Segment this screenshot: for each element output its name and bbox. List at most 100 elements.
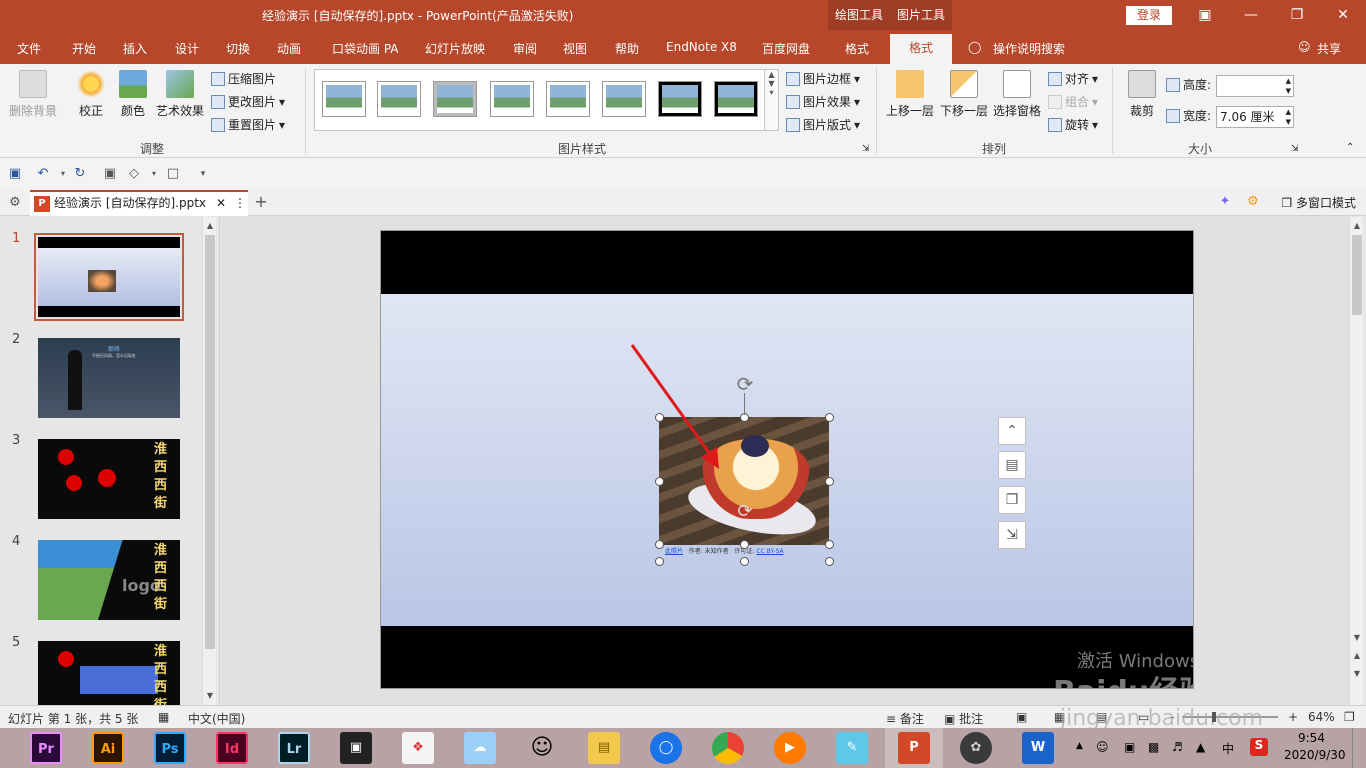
tab-review[interactable]: 审阅	[513, 40, 537, 57]
minimize-icon[interactable]: —	[1228, 0, 1274, 30]
tab-transitions[interactable]: 切换	[226, 40, 250, 57]
editor-scrollbar[interactable]: ▲ ▼ ▲ ▼	[1349, 217, 1363, 705]
thumbnail-scrollbar[interactable]: ▲ ▼	[202, 217, 216, 705]
cloud-app-icon[interactable]: ☁	[464, 732, 496, 764]
tab-slideshow[interactable]: 幻灯片放映	[425, 40, 485, 57]
caption-photo-link[interactable]: 此照片	[665, 548, 683, 555]
multi-window-mode-button[interactable]: ❐ 多窗口模式	[1281, 194, 1356, 211]
undo-icon[interactable]: ↶	[36, 167, 50, 181]
illustrator-app[interactable]: Ai	[92, 732, 124, 764]
tab-file[interactable]: 文件	[17, 40, 41, 57]
group-button[interactable]: 组合 ▾	[1048, 93, 1098, 110]
tab-design[interactable]: 设计	[175, 40, 199, 57]
crop-button[interactable]: 裁剪	[1124, 70, 1160, 119]
picture-effects-button[interactable]: 图片效果 ▾	[786, 93, 860, 110]
picture-style-5[interactable]	[547, 82, 589, 116]
picture-styles-launcher-icon[interactable]: ⇲	[862, 144, 870, 154]
volume-icon[interactable]: ♬	[1172, 740, 1183, 754]
maximize-icon[interactable]: ❐	[1274, 0, 1320, 30]
language-indicator[interactable]: 中文(中国)	[188, 710, 245, 727]
zoom-in-button[interactable]: +	[1288, 710, 1298, 724]
collapse-ribbon-icon[interactable]: ⌃	[1346, 142, 1354, 153]
ribbon-display-options-icon[interactable]: ▣	[1182, 0, 1228, 30]
more-icon[interactable]: ⋮	[234, 192, 246, 214]
present-icon[interactable]: ▣	[103, 167, 117, 181]
align-button[interactable]: 对齐 ▾	[1048, 70, 1098, 87]
network-icon[interactable]: ▩	[1148, 740, 1159, 754]
height-input[interactable]: ▲ ▼	[1216, 75, 1294, 97]
tab-animations[interactable]: 动画	[277, 40, 301, 57]
selection-pane-button[interactable]: 选择窗格	[992, 70, 1042, 119]
notes-app-icon[interactable]: ✎	[836, 732, 868, 764]
customize-qat-icon[interactable]: ▾	[196, 167, 210, 181]
send-backward-button[interactable]: 下移一层	[939, 70, 989, 119]
dropdown-arrow-icon[interactable]: ▾	[147, 167, 161, 181]
slide-thumbnail-4[interactable]: logo 淮西西街	[38, 540, 180, 620]
rotate-handle-icon[interactable]: ⟳	[734, 501, 756, 523]
dropdown-arrow-icon[interactable]: ▾	[56, 167, 70, 181]
resize-handle-ne[interactable]	[825, 413, 834, 422]
tell-me-search[interactable]: 操作说明搜索	[993, 40, 1065, 57]
magic-icon[interactable]: ✦	[1218, 195, 1232, 209]
tab-help[interactable]: 帮助	[615, 40, 639, 57]
spinner-icon[interactable]: ▲ ▼	[1286, 76, 1291, 96]
next-slide-icon[interactable]: ▼	[1350, 667, 1364, 681]
login-button[interactable]: 登录	[1126, 6, 1172, 25]
picture-style-6[interactable]	[603, 82, 645, 116]
caption-handle-s[interactable]	[740, 557, 749, 566]
picture-border-button[interactable]: 图片边框 ▾	[786, 70, 860, 87]
indesign-app[interactable]: Id	[216, 732, 248, 764]
picture-style-8[interactable]	[715, 82, 757, 116]
rotate-button[interactable]: 旋转 ▾	[1048, 116, 1098, 133]
design-ideas-icon[interactable]: ❐	[998, 486, 1026, 514]
zoom-level[interactable]: 64%	[1308, 710, 1335, 724]
scrollbar-thumb[interactable]	[1352, 235, 1362, 315]
current-slide[interactable]: 此照片 作者: 未知作者 许可证: CC BY-SA ⟳ ⟳ ⌃ ▤ ❐ ⇲ 激…	[380, 230, 1194, 689]
video-editor-icon[interactable]: ▣	[340, 732, 372, 764]
slide-thumbnail-2[interactable]: 巅峰 不经历风雨，怎么见彩虹	[38, 338, 180, 418]
wps-icon[interactable]: W	[1022, 732, 1054, 764]
file-explorer-icon[interactable]: ▤	[588, 732, 620, 764]
scroll-down-icon[interactable]: ▼	[203, 689, 217, 703]
photoshop-app[interactable]: Ps	[154, 732, 186, 764]
gallery-scroll[interactable]: ▲ ▼ ▾	[764, 70, 778, 130]
resize-handle-s[interactable]	[740, 540, 749, 549]
share-button[interactable]: 共享	[1317, 40, 1341, 57]
picture-styles-gallery[interactable]: ▲ ▼ ▾	[314, 69, 779, 131]
scroll-up-icon[interactable]: ▲	[1350, 219, 1364, 233]
tab-picture-format[interactable]: 格式	[890, 34, 952, 64]
picture-style-1[interactable]	[323, 82, 365, 116]
clock-time[interactable]: 9:54	[1298, 731, 1325, 745]
picture-style-3[interactable]	[434, 82, 476, 116]
qq-icon[interactable]: ☺	[526, 732, 558, 764]
fit-to-window-icon[interactable]: ❐	[1344, 710, 1355, 724]
paint-app-icon[interactable]: ❖	[402, 732, 434, 764]
resize-handle-sw[interactable]	[655, 540, 664, 549]
expand-icon[interactable]: ⇲	[998, 521, 1026, 549]
previous-slide-icon[interactable]: ▲	[1350, 649, 1364, 663]
slide-thumbnail-1[interactable]	[34, 233, 184, 321]
tray-overflow-icon[interactable]: ▲	[1076, 741, 1083, 751]
ime-indicator[interactable]: 中	[1222, 740, 1234, 757]
media-player-icon[interactable]: ▶	[774, 732, 806, 764]
width-input[interactable]: 7.06 厘米 ▲ ▼	[1216, 106, 1294, 128]
reset-picture-button[interactable]: 重置图片 ▾	[211, 116, 285, 133]
scroll-down-icon[interactable]: ▼	[1350, 631, 1364, 645]
comments-button[interactable]: ▣ 批注	[944, 710, 983, 727]
gear-icon[interactable]: ⚙	[1246, 195, 1260, 209]
save-icon[interactable]: ▣	[8, 167, 22, 181]
scroll-up-icon[interactable]: ▲	[203, 219, 217, 233]
close-tab-icon[interactable]: ✕	[216, 192, 226, 214]
color-button[interactable]: 颜色	[118, 70, 148, 119]
spellcheck-icon[interactable]: ▦	[158, 710, 169, 724]
tab-home[interactable]: 开始	[72, 40, 96, 57]
remove-background-button[interactable]: 删除背景	[8, 70, 58, 119]
photo-viewer-icon[interactable]: ✿	[960, 732, 992, 764]
qq-tray-icon[interactable]: ☺	[1096, 740, 1109, 754]
signal-icon[interactable]: ▲	[1196, 740, 1205, 754]
sogou-input-icon[interactable]: S	[1250, 738, 1268, 756]
tab-view[interactable]: 视图	[563, 40, 587, 57]
spinner-icon[interactable]: ▲ ▼	[1286, 107, 1291, 127]
slide-thumbnail-5[interactable]: 淮西西街	[38, 641, 180, 705]
bring-forward-button[interactable]: 上移一层	[885, 70, 935, 119]
